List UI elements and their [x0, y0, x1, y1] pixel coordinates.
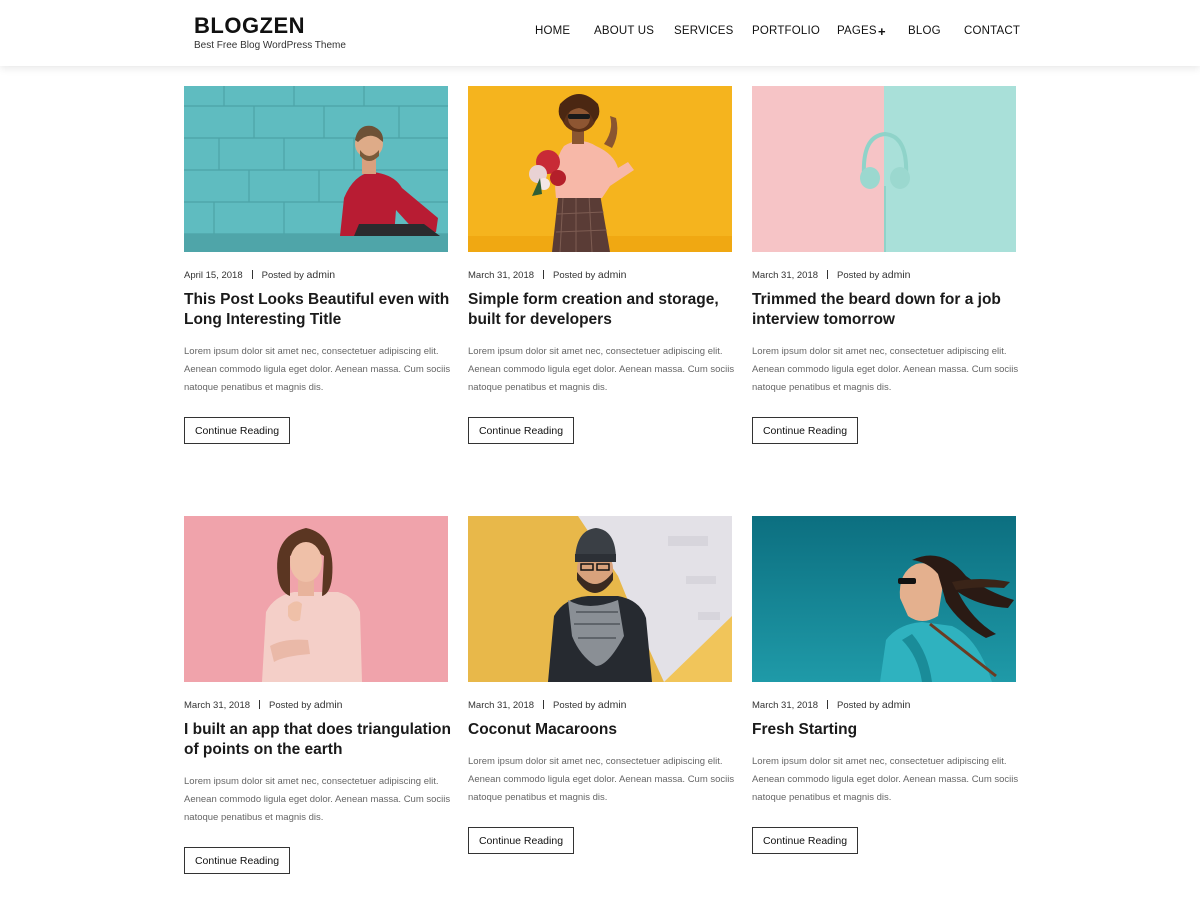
- continue-reading-button[interactable]: Continue Reading: [752, 417, 858, 444]
- posted-by-label: Posted by: [837, 700, 880, 711]
- post-date[interactable]: March 31, 2018: [468, 270, 534, 281]
- nav-item-pages[interactable]: PAGES: [837, 25, 877, 37]
- nav-item-blog[interactable]: BLOG: [908, 25, 941, 37]
- posted-by-label: Posted by: [269, 700, 312, 711]
- post-date[interactable]: March 31, 2018: [468, 700, 534, 711]
- posted-by-label: Posted by: [837, 270, 880, 281]
- post-title[interactable]: Trimmed the beard down for a job intervi…: [752, 290, 1022, 330]
- post-featured-image[interactable]: [468, 86, 732, 252]
- posted-by-label: Posted by: [553, 270, 596, 281]
- post-excerpt: Lorem ipsum dolor sit amet nec, consecte…: [184, 776, 451, 823]
- posted-by-label: Posted by: [553, 700, 596, 711]
- post-author-link[interactable]: admin: [598, 269, 627, 281]
- nav-item-home[interactable]: HOME: [535, 25, 570, 37]
- post-featured-image[interactable]: [184, 86, 448, 252]
- meta-divider: [543, 700, 545, 709]
- post-meta: April 15, 2018 Posted by admin: [184, 269, 335, 281]
- post-date[interactable]: April 15, 2018: [184, 270, 243, 281]
- post-meta: March 31, 2018 Posted by admin: [184, 699, 343, 711]
- post-author-link[interactable]: admin: [307, 269, 336, 281]
- meta-divider: [827, 270, 829, 279]
- main-navigation: HOME ABOUT US SERVICES PORTFOLIO PAGES +…: [0, 25, 1200, 41]
- post-author-link[interactable]: admin: [882, 269, 911, 281]
- meta-divider: [543, 270, 545, 279]
- post-excerpt: Lorem ipsum dolor sit amet nec, consecte…: [184, 346, 451, 393]
- post-meta: March 31, 2018 Posted by admin: [468, 699, 627, 711]
- continue-reading-button[interactable]: Continue Reading: [184, 417, 290, 444]
- post-meta: March 31, 2018 Posted by admin: [752, 699, 911, 711]
- post-title[interactable]: Simple form creation and storage, built …: [468, 290, 738, 330]
- post-author-link[interactable]: admin: [598, 699, 627, 711]
- site-header: BLOGZEN Best Free Blog WordPress Theme H…: [0, 0, 1200, 66]
- meta-divider: [259, 700, 261, 709]
- post-date[interactable]: March 31, 2018: [752, 270, 818, 281]
- post-excerpt: Lorem ipsum dolor sit amet nec, consecte…: [752, 346, 1019, 393]
- nav-item-contact[interactable]: CONTACT: [964, 25, 1020, 37]
- nav-item-about-us[interactable]: ABOUT US: [594, 25, 654, 37]
- post-meta: March 31, 2018 Posted by admin: [752, 269, 911, 281]
- nav-item-portfolio[interactable]: PORTFOLIO: [752, 25, 820, 37]
- post-date[interactable]: March 31, 2018: [752, 700, 818, 711]
- post-featured-image[interactable]: [184, 516, 448, 682]
- meta-divider: [251, 270, 253, 279]
- post-title[interactable]: Coconut Macaroons: [468, 720, 738, 740]
- post-author-link[interactable]: admin: [882, 699, 911, 711]
- post-featured-image[interactable]: [752, 86, 1016, 252]
- post-excerpt: Lorem ipsum dolor sit amet nec, consecte…: [468, 756, 735, 803]
- continue-reading-button[interactable]: Continue Reading: [468, 827, 574, 854]
- post-date[interactable]: March 31, 2018: [184, 700, 250, 711]
- continue-reading-button[interactable]: Continue Reading: [468, 417, 574, 444]
- continue-reading-button[interactable]: Continue Reading: [184, 847, 290, 874]
- post-excerpt: Lorem ipsum dolor sit amet nec, consecte…: [752, 756, 1019, 803]
- posted-by-label: Posted by: [261, 270, 304, 281]
- post-title[interactable]: Fresh Starting: [752, 720, 1022, 740]
- post-meta: March 31, 2018 Posted by admin: [468, 269, 627, 281]
- post-featured-image[interactable]: [752, 516, 1016, 682]
- post-featured-image[interactable]: [468, 516, 732, 682]
- post-title[interactable]: I built an app that does triangulation o…: [184, 720, 454, 760]
- plus-icon[interactable]: +: [878, 25, 886, 39]
- post-author-link[interactable]: admin: [314, 699, 343, 711]
- continue-reading-button[interactable]: Continue Reading: [752, 827, 858, 854]
- nav-item-services[interactable]: SERVICES: [674, 25, 734, 37]
- post-excerpt: Lorem ipsum dolor sit amet nec, consecte…: [468, 346, 735, 393]
- meta-divider: [827, 700, 829, 709]
- post-title[interactable]: This Post Looks Beautiful even with Long…: [184, 290, 454, 330]
- site-tagline: Best Free Blog WordPress Theme: [194, 40, 346, 51]
